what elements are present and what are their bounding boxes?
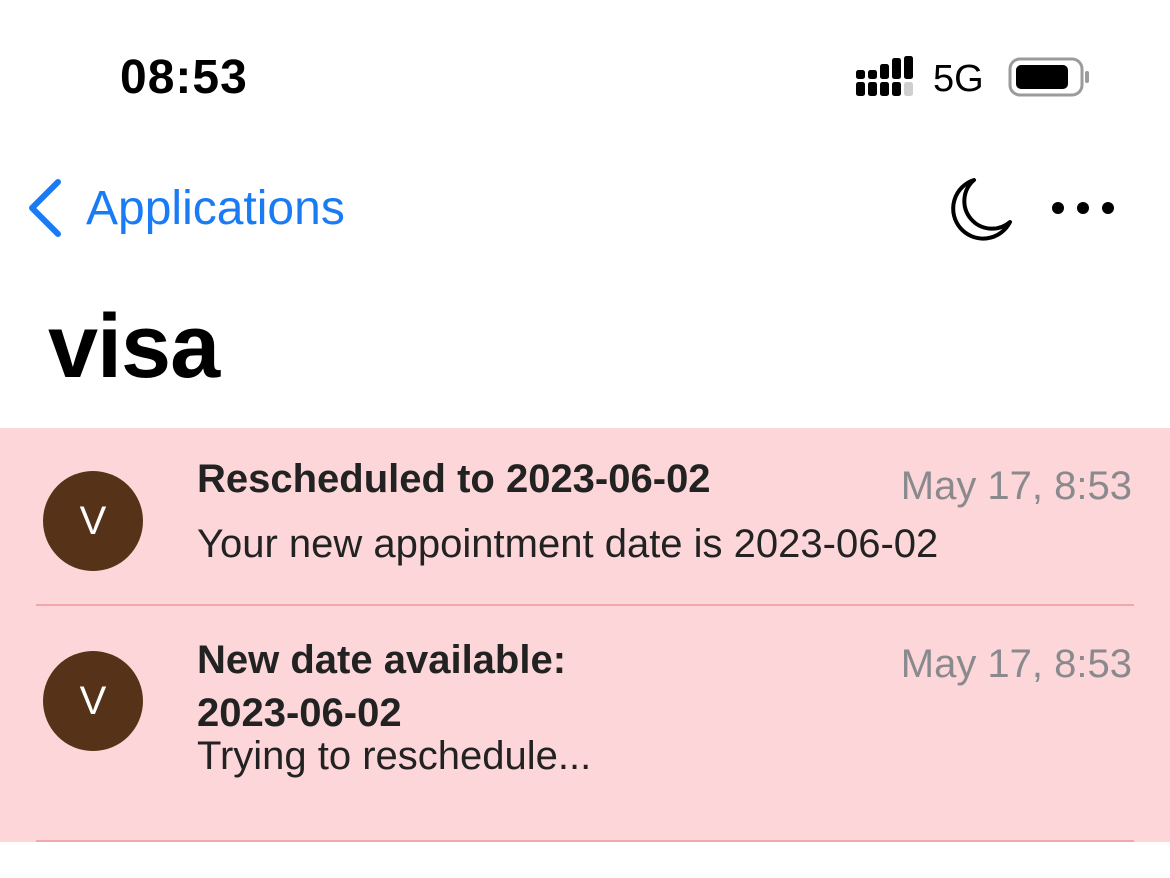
navigation-bar: Applications [0,160,1170,256]
message-subject-line-2: 2023-06-02 [197,691,402,735]
page-title: visa [48,297,220,397]
cellular-signal-icon [856,56,913,96]
moon-icon[interactable] [944,172,1016,244]
message-row[interactable]: V New date available: 2023-06-02 May 17,… [0,606,1170,842]
avatar: V [43,471,143,571]
message-preview: Your new appointment date is 2023-06-02 [197,522,939,566]
message-subject: Could not get dates, finished [197,868,746,878]
message-row[interactable]: Could not get dates, finished [0,842,1170,878]
ellipsis-icon[interactable] [1046,188,1122,228]
back-button-label: Applications [86,181,345,235]
message-preview: Trying to reschedule... [197,734,592,778]
message-list: V Rescheduled to 2023-06-02 May 17, 8:53… [0,428,1170,878]
message-subject-line-1: New date available: [197,638,567,682]
message-row[interactable]: V Rescheduled to 2023-06-02 May 17, 8:53… [0,428,1170,606]
message-subject: New date available: 2023-06-02 [197,634,757,740]
message-timestamp: May 17, 8:53 [900,464,1132,508]
message-subject: Rescheduled to 2023-06-02 [197,457,711,501]
status-bar: 08:53 5G [0,0,1170,150]
avatar: V [43,651,143,751]
chevron-left-icon [29,179,61,237]
status-time: 08:53 [120,51,248,104]
battery-icon [1008,57,1089,97]
message-timestamp: May 17, 8:53 [900,642,1132,686]
back-button[interactable]: Applications [24,178,345,238]
network-type: 5G [933,58,984,100]
